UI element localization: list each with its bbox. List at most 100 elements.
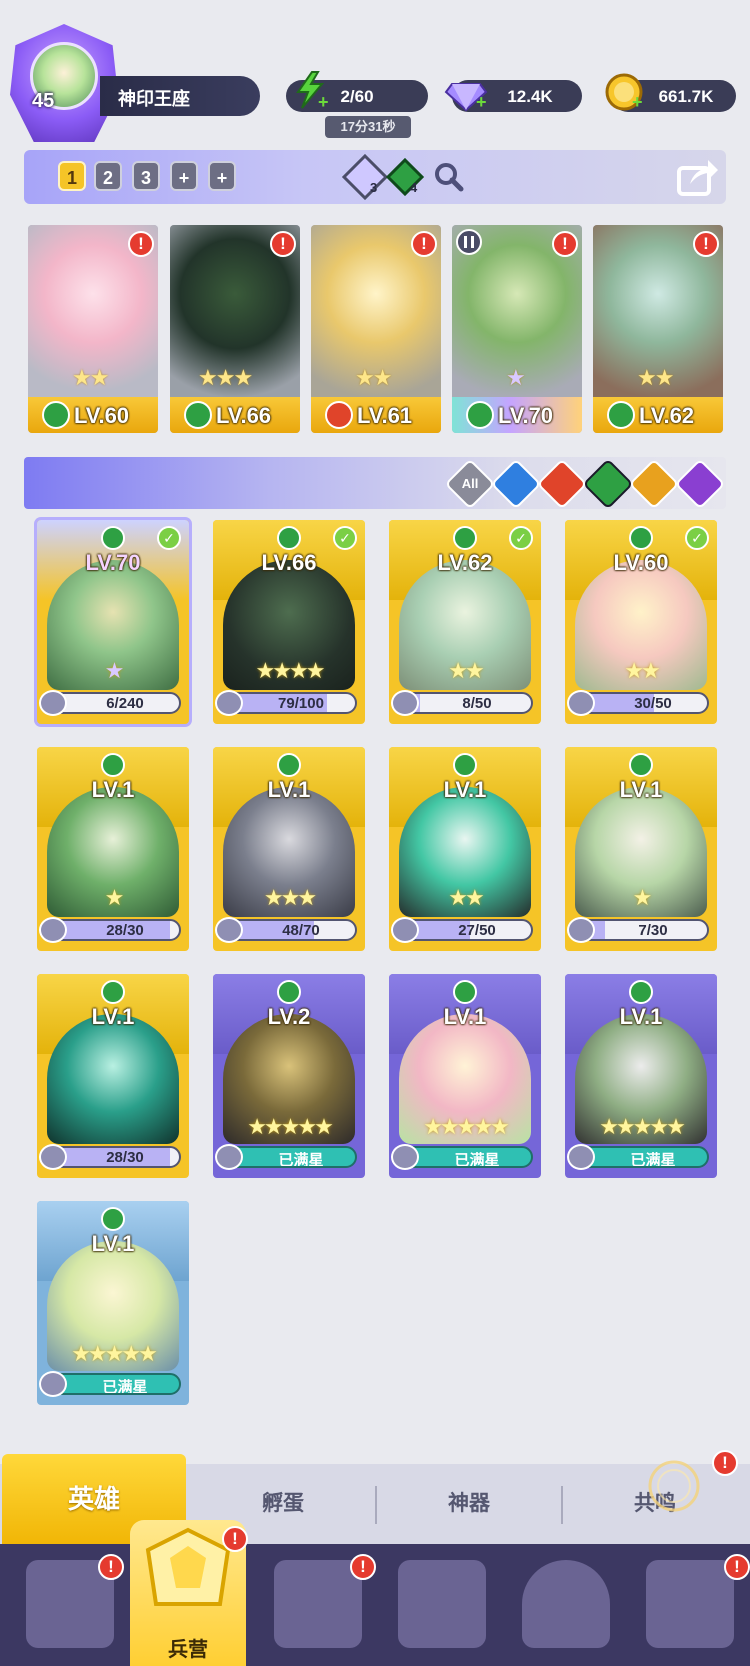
map-icon[interactable] [274,1560,362,1648]
wind-element-icon [453,526,477,550]
hero-card[interactable]: ✓ LV.60 ★★ 30/50 [565,520,717,724]
wind-rune-count: 4 [410,180,418,195]
star-rating: ★★ [72,365,109,390]
hero-card[interactable]: LV.1 ★★★★★ 已满星 [37,1201,189,1405]
alert-badge: ! [98,1554,124,1580]
in-team-check-icon: ✓ [509,526,533,550]
hero-card[interactable]: LV.1 ★★ 27/50 [389,747,541,951]
fire-filter-icon[interactable] [536,458,588,510]
team-tab-3[interactable]: 3 [132,161,160,191]
wind-element-icon [629,753,653,777]
player-name-plate[interactable]: 神印王座 [100,76,260,116]
alert-badge: ! [552,231,578,257]
team-slot-2[interactable]: ★★★ LV.66 ! [170,225,300,433]
light-rune-icon[interactable] [342,154,388,200]
level-bar: LV.66 [170,397,300,433]
fire-element-icon [325,401,353,429]
sub-tab-bar: 英雄 孵蛋 神器 共鸣 ! [0,1450,750,1544]
hero-card[interactable]: ✓ LV.62 ★★ 8/50 [389,520,541,724]
hero-card[interactable]: LV.1 ★★★★★ 已满星 [565,974,717,1178]
star-rating: ★ [104,885,125,910]
filter-all-button[interactable]: All [444,458,496,510]
banner-icon[interactable] [646,1560,734,1648]
castle-icon[interactable] [398,1560,486,1648]
hero-level: LV.1 [91,1004,135,1029]
hero-level: LV.70 [498,403,554,428]
shard-icon [391,1144,419,1170]
team-slot-4[interactable]: ★ LV.70 ! [452,225,582,433]
level-bar: LV.70 [452,397,582,433]
team-bar: 1 2 3 + + 3 4 [24,150,726,204]
nav-barracks[interactable]: ! 兵营 [130,1520,248,1666]
star-rating: ★★★★★ [599,1114,686,1139]
shard-icon [215,917,243,943]
hero-card[interactable]: LV.2 ★★★★★ 已满星 [213,974,365,1178]
wind-element-icon [277,526,301,550]
star-rating: ★★★★★ [247,1114,334,1139]
shard-icon [39,690,67,716]
water-filter-icon[interactable] [490,458,542,510]
wind-element-icon [629,526,653,550]
star-rating: ★★ [448,885,484,910]
team-slot-1[interactable]: ★★ LV.60 ! [28,225,158,433]
tab-artifacts[interactable]: 神器 [376,1464,562,1544]
hero-level: LV.61 [357,403,413,428]
share-icon[interactable] [676,156,720,198]
mushroom-icon[interactable] [522,1560,610,1648]
hero-level: LV.60 [74,403,130,428]
search-icon[interactable] [434,162,464,192]
add-coins-icon[interactable]: + [632,92,643,113]
wind-element-icon [101,753,125,777]
team-tab-1[interactable]: 1 [58,161,86,191]
wind-filter-icon[interactable] [582,458,634,510]
team-tab-2[interactable]: 2 [94,161,122,191]
star-rating: ★ [632,885,653,910]
shard-icon [215,1144,243,1170]
wind-element-icon [101,1207,125,1231]
star-rating: ★★ [448,658,484,683]
hero-level: LV.62 [437,550,493,575]
star-rating: ★★★★★ [71,1341,158,1366]
hero-card[interactable]: ✓ LV.66 ★★★★ 79/100 [213,520,365,724]
shard-count: 28/30 [106,1149,144,1166]
shard-count: 48/70 [282,922,320,939]
wind-element-icon [466,401,494,429]
hero-level: LV.1 [267,777,311,802]
hero-card[interactable]: LV.1 ★ 28/30 [37,747,189,951]
hero-card[interactable]: LV.1 ★★★★★ 已满星 [389,974,541,1178]
shard-icon [391,690,419,716]
add-energy-icon[interactable]: + [318,92,329,113]
max-star-label: 已满星 [630,1152,676,1168]
team-tab-add-1[interactable]: + [170,161,198,191]
hero-level: LV.66 [216,403,272,428]
hero-card[interactable]: LV.1 ★★★ 48/70 [213,747,365,951]
shard-icon [39,917,67,943]
team-tab-add-2[interactable]: + [208,161,236,191]
hero-level: LV.1 [91,1231,135,1256]
hero-card[interactable]: ✓ LV.70 ★ 6/240 [37,520,189,724]
add-gems-icon[interactable]: + [476,92,487,113]
star-rating: ★★★★★ [423,1114,510,1139]
in-team-check-icon: ✓ [333,526,357,550]
level-bar: LV.62 [593,397,723,433]
team-slot-5[interactable]: ★★ LV.62 ! [593,225,723,433]
alert-badge: ! [222,1526,248,1552]
hero-level: LV.1 [91,777,135,802]
dark-filter-icon[interactable] [674,458,726,510]
star-rating: ★★ [637,365,674,390]
level-bar: LV.61 [311,397,441,433]
rank-badge-icon [456,229,482,255]
wind-element-icon [101,980,125,1004]
light-filter-icon[interactable] [628,458,680,510]
sparkle-ring-icon [648,1460,700,1512]
shard-count: 8/50 [462,695,492,712]
in-team-check-icon: ✓ [157,526,181,550]
shard-count: 79/100 [278,695,324,712]
shard-icon [567,690,595,716]
hero-card[interactable]: LV.1 28/30 [37,974,189,1178]
hero-level: LV.1 [619,777,663,802]
wind-rune-icon[interactable] [386,158,424,196]
hero-card[interactable]: LV.1 ★ 7/30 [565,747,717,951]
wind-element-icon [101,526,125,550]
team-slot-3[interactable]: ★★ LV.61 ! [311,225,441,433]
